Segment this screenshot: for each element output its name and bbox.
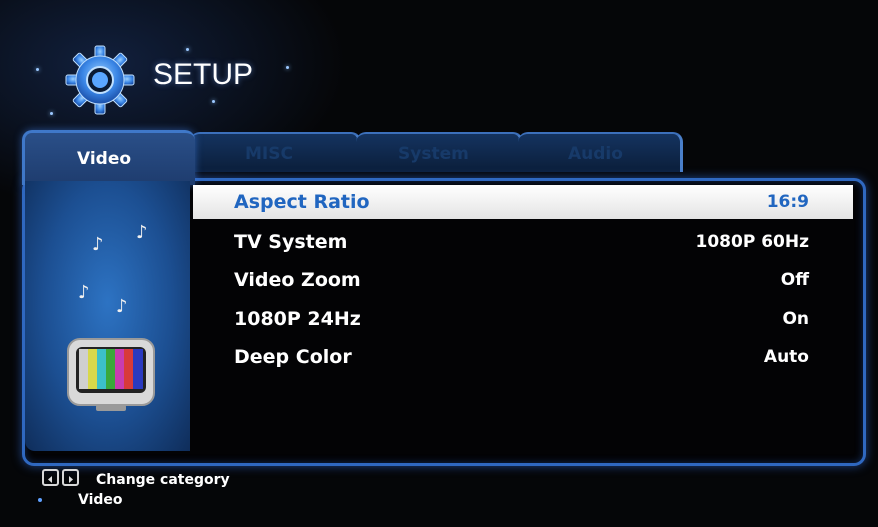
setting-row-tv-system[interactable]: TV System 1080P 60Hz [193,225,853,259]
setting-value: 1080P 60Hz [695,232,809,252]
left-arrow-key-icon [42,469,59,486]
setting-label: TV System [234,231,348,253]
tab-misc[interactable]: MISC [190,132,361,172]
sparkle-decoration [36,68,39,71]
music-note-icon: ♪ [78,282,90,303]
tab-system[interactable]: System [356,132,523,172]
bullet-icon [38,498,42,502]
tv-color-bars-icon [67,338,155,411]
music-note-icon: ♪ [136,222,148,243]
setting-value: Off [780,270,809,290]
setting-row-aspect-ratio[interactable]: Aspect Ratio 16:9 [193,185,853,219]
tab-audio[interactable]: Audio [518,132,683,172]
setting-label: 1080P 24Hz [234,308,361,330]
setting-row-1080p-24hz[interactable]: 1080P 24Hz On [193,302,853,336]
gear-icon [65,45,135,115]
page-title: SETUP [153,58,254,91]
music-note-icon: ♪ [92,234,104,255]
right-arrow-key-icon [62,469,79,486]
setting-label: Aspect Ratio [234,191,370,213]
tab-label: MISC [245,144,293,164]
sparkle-decoration [50,112,53,115]
sparkle-decoration [186,48,189,51]
tab-label: System [398,144,469,164]
setting-row-deep-color[interactable]: Deep Color Auto [193,340,853,374]
footer-category: Video [78,492,123,508]
tab-label: Audio [568,144,623,164]
tab-video[interactable]: Video [22,130,195,185]
setting-value: On [782,309,809,329]
music-note-icon: ♪ [116,296,128,317]
setting-value: 16:9 [766,192,809,212]
setting-label: Video Zoom [234,269,361,291]
setup-screen: SETUP MISC System Audio Video ♪ ♪ ♪ ♪ As… [0,0,878,527]
tab-label: Video [77,149,132,169]
setting-label: Deep Color [234,346,352,368]
setting-row-video-zoom[interactable]: Video Zoom Off [193,263,853,297]
setting-value: Auto [763,347,809,367]
sparkle-decoration [286,66,289,69]
footer-hint: Change category [96,472,230,488]
sparkle-decoration [212,100,215,103]
